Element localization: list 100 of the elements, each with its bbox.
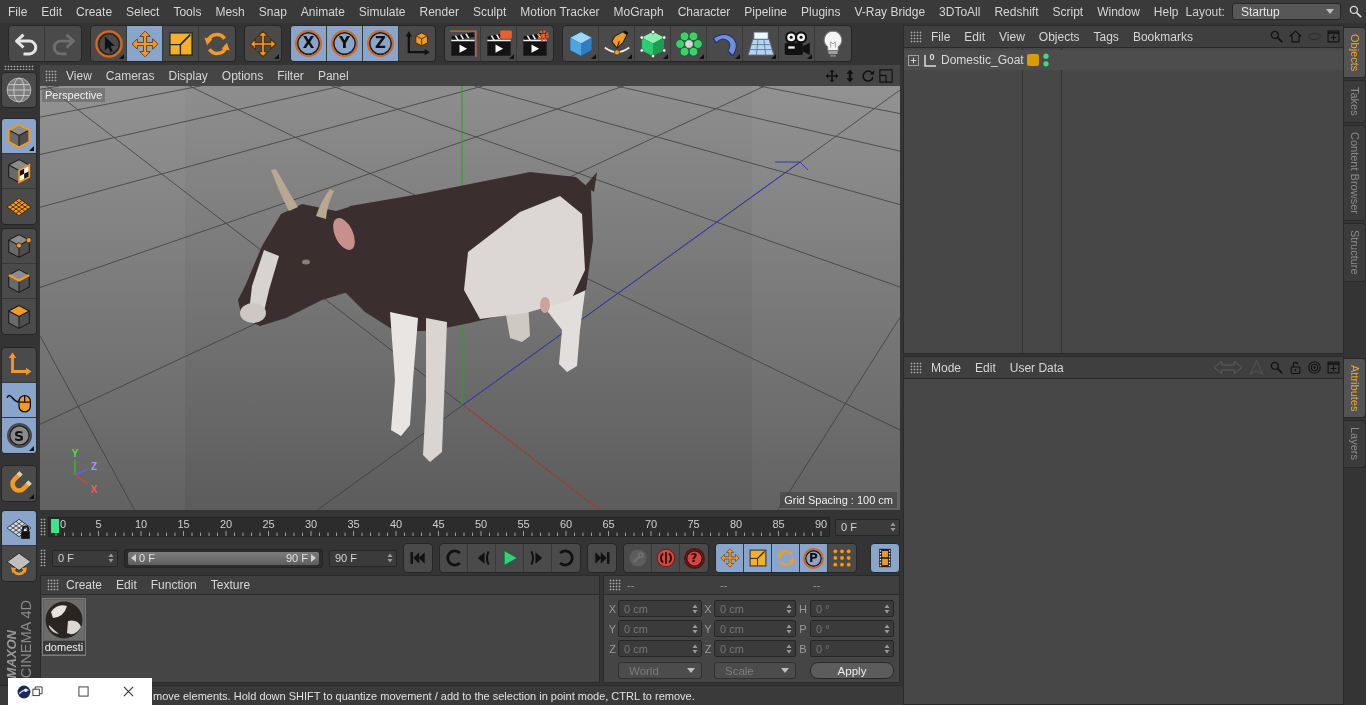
menu-item[interactable]: Sculpt	[465, 1, 514, 22]
menu-item[interactable]: Mesh	[208, 1, 252, 22]
submenu-triangle-icon	[699, 54, 704, 59]
frame-field[interactable]: 90 F	[329, 549, 397, 567]
transform-tool-button[interactable]	[244, 25, 282, 62]
menu-item[interactable]: Tags	[1086, 26, 1126, 47]
go-to-start-button[interactable]	[403, 543, 433, 573]
search-icon[interactable]	[1349, 5, 1362, 18]
menu-item[interactable]: Redshift	[987, 1, 1046, 22]
menu-item[interactable]: 3DToAll	[932, 1, 988, 22]
menu-item[interactable]: Render	[412, 1, 466, 22]
menu-item[interactable]: Display	[161, 65, 215, 86]
object-row[interactable]: 0 Domestic_Goat	[904, 50, 1343, 70]
axis-lock-button[interactable]: Z	[363, 26, 399, 61]
maximize-icon[interactable]	[78, 686, 89, 697]
menu-item[interactable]: Select	[119, 1, 167, 22]
menu-item[interactable]: Create	[59, 575, 110, 595]
menu-item[interactable]: Create	[69, 1, 120, 22]
axis-lock-button[interactable]: X	[291, 26, 327, 61]
axis-label: Z	[609, 642, 616, 655]
move-tool-button[interactable]	[127, 26, 163, 61]
timeline-ruler[interactable]: 0 5 10 15 20 25 30 35 40 45 50 55 60 65 70 75 80 85 90	[48, 517, 830, 537]
layout-dropdown[interactable]: Startup	[1231, 3, 1341, 20]
menu-item[interactable]: Mode	[924, 357, 969, 378]
menu-item[interactable]: File	[1, 1, 35, 22]
menu-item[interactable]: Edit	[957, 26, 993, 47]
menu-item[interactable]: Edit	[109, 575, 144, 595]
menu-item[interactable]: Snap	[251, 1, 294, 22]
lock-grid-button[interactable]	[2, 511, 36, 546]
menu-item[interactable]: Texture	[203, 575, 258, 595]
grip-icon[interactable]	[40, 518, 46, 536]
visibility-dots-icon[interactable]	[1043, 53, 1049, 67]
menu-item[interactable]: Help	[1146, 1, 1186, 22]
position-key-button[interactable]	[716, 544, 744, 572]
grip-icon[interactable]	[609, 579, 621, 591]
grip-icon[interactable]	[47, 579, 59, 591]
submenu-triangle-icon	[274, 54, 279, 59]
rotation-key-button[interactable]	[772, 544, 800, 572]
menu-item[interactable]: Edit	[34, 1, 70, 22]
menu-item[interactable]: Tools	[166, 1, 209, 22]
brand-logo-text: MAXON	[4, 629, 18, 678]
magnet-button[interactable]	[1, 465, 37, 502]
menu-item[interactable]: Animate	[293, 1, 352, 22]
viewport-button[interactable]	[1, 72, 37, 108]
submenu-triangle-icon	[735, 54, 740, 59]
side-tab[interactable]: Objects	[1344, 27, 1366, 79]
grip-icon[interactable]	[40, 549, 46, 567]
menu-item[interactable]: User Data	[1002, 357, 1071, 378]
parameter-key-button[interactable]: P	[800, 544, 828, 572]
menu-item[interactable]: Panel	[310, 65, 356, 86]
restore-window-icon[interactable]	[32, 686, 43, 697]
frame-field[interactable]: 0 F	[52, 549, 118, 567]
close-icon[interactable]	[123, 686, 134, 697]
menu-item[interactable]: Simulate	[351, 1, 413, 22]
expand-icon[interactable]	[908, 54, 919, 66]
cube-corners-icon	[638, 29, 667, 58]
apply-button[interactable]: Apply	[810, 662, 894, 679]
axes-cube-icon	[403, 29, 431, 58]
menu-item[interactable]: File	[924, 26, 958, 47]
material-item[interactable]: domesti	[42, 598, 86, 656]
playhead-marker[interactable]	[51, 519, 59, 533]
menu-item[interactable]: Motion Tracker	[513, 1, 607, 22]
axis-lock-button[interactable]: Y	[327, 26, 363, 61]
menu-item[interactable]: Window	[1090, 1, 1147, 22]
menu-item[interactable]: Options	[214, 65, 271, 86]
menu-item[interactable]: Filter	[270, 65, 311, 86]
menu-item[interactable]: MoGraph	[606, 1, 671, 22]
grip-icon[interactable]	[910, 30, 922, 43]
frame-field[interactable]: 0 F	[835, 518, 900, 536]
menu-item[interactable]: V-Ray Bridge	[847, 1, 933, 22]
menu-item[interactable]: View	[59, 65, 99, 86]
wireframe-sphere-icon	[6, 77, 32, 103]
timeline-button[interactable]	[870, 543, 900, 573]
move-arrows-icon	[130, 29, 159, 58]
grip-icon[interactable]	[45, 69, 57, 82]
camera-label[interactable]: Perspective	[42, 88, 106, 102]
menu-item[interactable]: Edit	[968, 357, 1003, 378]
menu-item[interactable]: Pipeline	[737, 1, 795, 22]
menu-item[interactable]: Function	[143, 575, 204, 595]
grip-icon[interactable]	[910, 361, 922, 374]
snap-button[interactable]: S	[2, 418, 36, 453]
tweak-mode-button[interactable]	[2, 383, 36, 418]
menu-item[interactable]: Bookmarks	[1125, 26, 1200, 47]
left-triangle-icon	[131, 554, 136, 562]
menu-item[interactable]: Character	[670, 1, 738, 22]
menu-item[interactable]: Plugins	[794, 1, 848, 22]
model-mode-button[interactable]	[2, 119, 36, 154]
menu-item[interactable]: Objects	[1031, 26, 1087, 47]
submenu-triangle-icon	[29, 146, 34, 151]
menu-item[interactable]: Cameras	[98, 65, 162, 86]
app-logo-icon[interactable]	[17, 684, 31, 699]
side-tab[interactable]: Attributes	[1344, 358, 1366, 419]
menu-item[interactable]: Script	[1045, 1, 1091, 22]
move-arrows-icon	[719, 548, 740, 568]
spinner-icon	[786, 643, 792, 654]
axis-label: Y	[608, 622, 617, 635]
scale-key-button[interactable]	[744, 544, 772, 572]
menu-item[interactable]: View	[992, 26, 1032, 47]
grip-icon[interactable]	[4, 65, 34, 70]
layer-swatch-icon[interactable]	[1027, 54, 1039, 66]
